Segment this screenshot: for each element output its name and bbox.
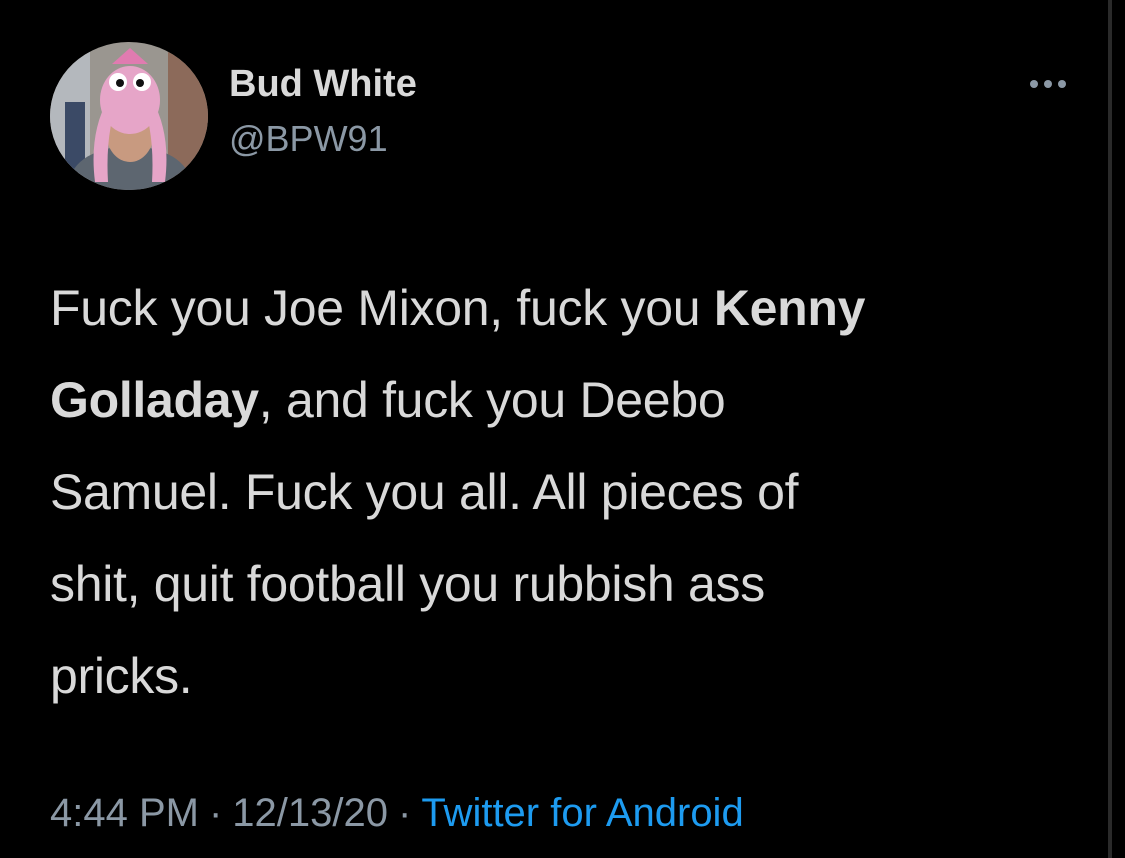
tweet-text: Fuck you Joe Mixon, fuck you Kenny Golla… xyxy=(50,262,1090,722)
avatar-image xyxy=(50,42,208,190)
tweet-line: Golladay, and fuck you Deebo xyxy=(50,354,1090,446)
tweet-line: shit, quit football you rubbish ass xyxy=(50,538,1090,630)
tweet-time[interactable]: 4:44 PM xyxy=(50,791,199,835)
avatar[interactable] xyxy=(50,42,208,190)
tweet-line: pricks. xyxy=(50,630,1090,722)
tweet-segment: , and fuck you Deebo xyxy=(258,372,726,428)
tweet-segment-bold: Kenny xyxy=(713,280,866,336)
scrollbar[interactable] xyxy=(1108,0,1112,858)
tweet-segment: Samuel. Fuck you all. All pieces of xyxy=(50,464,799,520)
tweet-source-link[interactable]: Twitter for Android xyxy=(421,791,743,835)
meta-separator: · xyxy=(208,791,223,835)
more-horizontal-icon xyxy=(1030,80,1066,88)
handle[interactable]: @BPW91 xyxy=(229,118,388,160)
tweet-line: Samuel. Fuck you all. All pieces of xyxy=(50,446,1090,538)
tweet-meta: 4:44 PM · 12/13/20 · Twitter for Android xyxy=(50,786,744,840)
display-name[interactable]: Bud White xyxy=(229,62,417,106)
tweet-segment-bold: Golladay xyxy=(50,372,259,428)
meta-separator: · xyxy=(398,791,412,835)
tweet-line: Fuck you Joe Mixon, fuck you Kenny xyxy=(50,262,1090,354)
tweet-date[interactable]: 12/13/20 xyxy=(232,791,388,835)
tweet-segment: pricks. xyxy=(50,648,193,704)
more-options-button[interactable] xyxy=(1022,70,1074,98)
tweet-segment: shit, quit football you rubbish ass xyxy=(50,556,765,612)
tweet-segment: Fuck you Joe Mixon, fuck you xyxy=(50,280,714,336)
